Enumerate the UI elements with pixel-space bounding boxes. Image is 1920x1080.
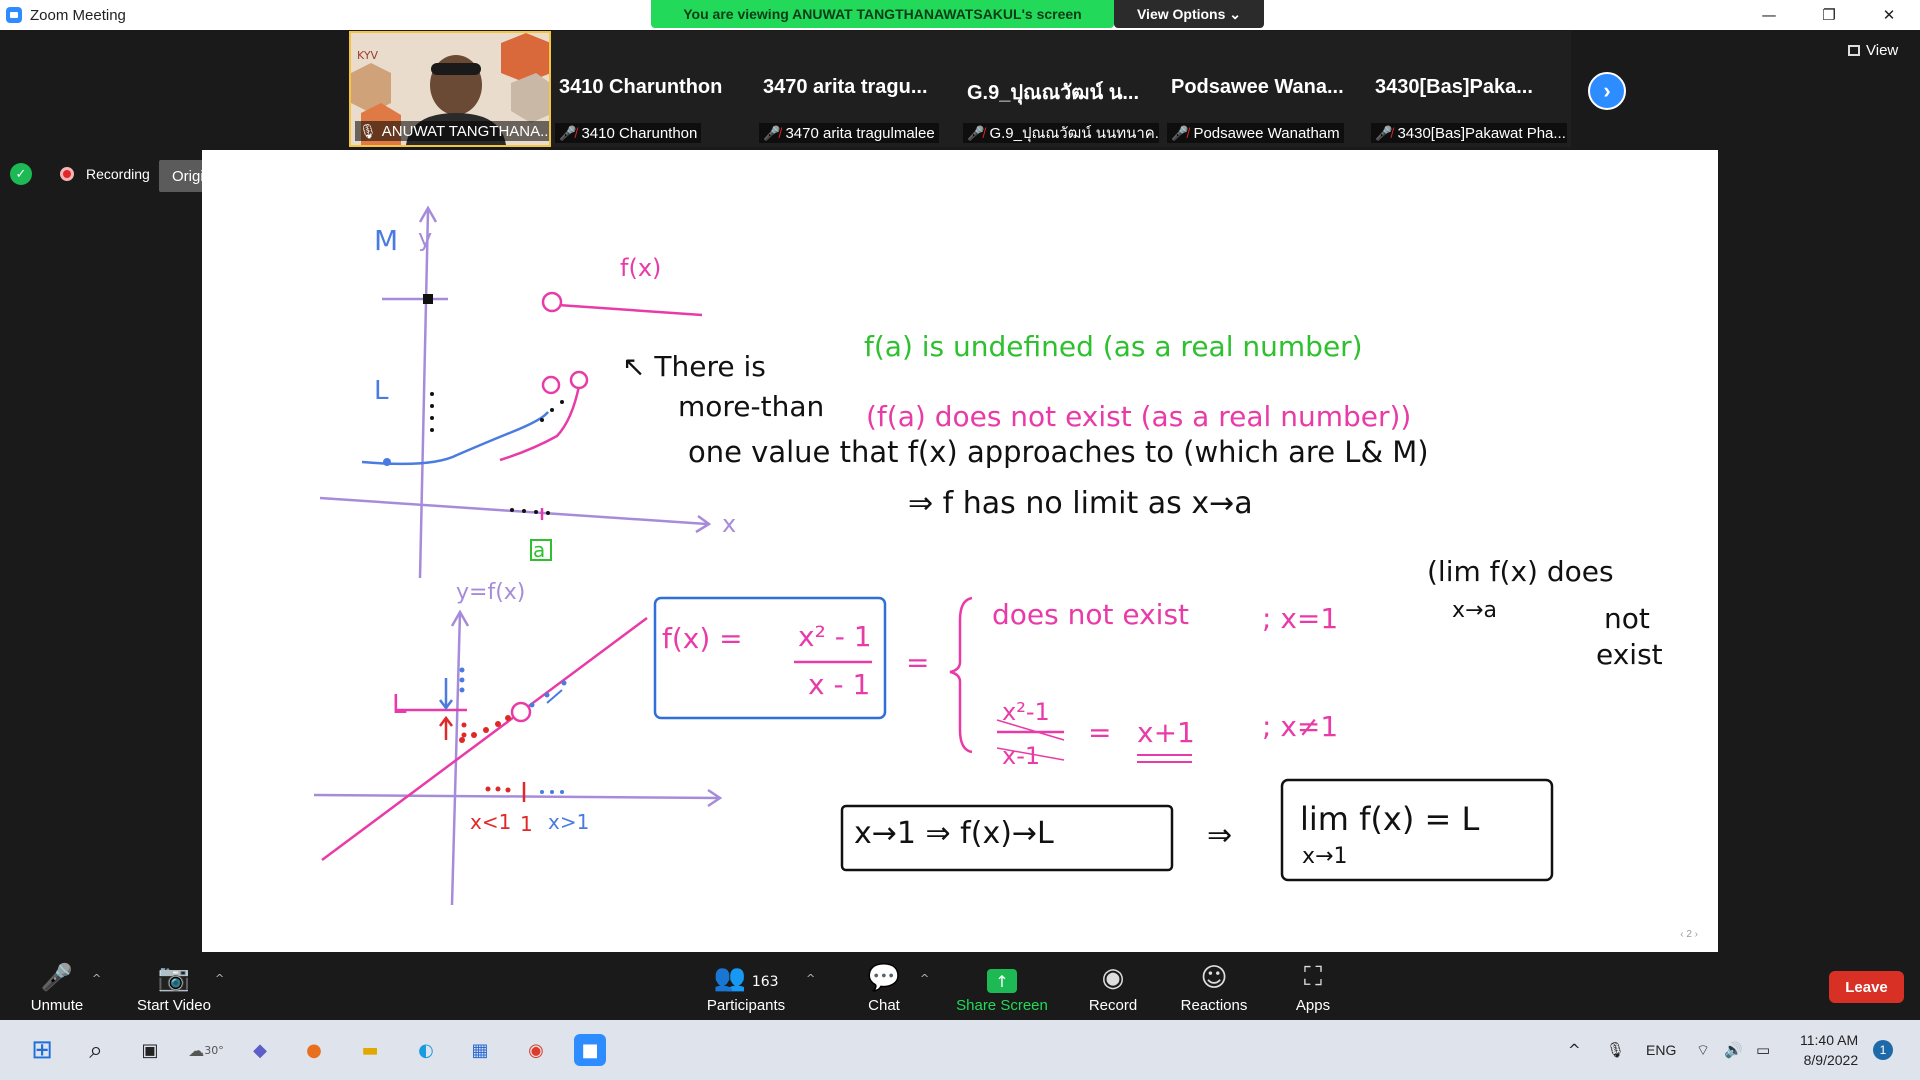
mic-icon[interactable]: 🎙 bbox=[1606, 1020, 1625, 1080]
graph-label-fx: f(x) bbox=[620, 254, 662, 282]
minimize-icon[interactable]: — bbox=[1746, 0, 1792, 30]
wifi-icon[interactable]: ⌔ bbox=[1696, 1020, 1710, 1080]
edge-icon[interactable]: ◐ bbox=[410, 1034, 442, 1066]
recording-dot-icon bbox=[60, 167, 74, 181]
participant-tile[interactable]: G.9_ปุณณวัฒน์ น... 🎤̸ G.9_ปุณณวัฒน์ นนทนา… bbox=[959, 31, 1163, 147]
apps-button[interactable]: ⛶ Apps bbox=[1293, 952, 1333, 1020]
record-button[interactable]: ◉ Record bbox=[1086, 952, 1140, 1020]
chevron-up-icon[interactable]: ^ bbox=[920, 972, 929, 985]
mic-muted-icon: 🎤̸ bbox=[1171, 124, 1189, 141]
chrome-icon[interactable]: ◉ bbox=[520, 1034, 552, 1066]
record-icon: ◉ bbox=[1101, 963, 1125, 993]
mic-muted-icon: 🎤 bbox=[40, 963, 74, 993]
mic-muted-icon: 🎤̸ bbox=[559, 124, 577, 141]
graph-label-x: x bbox=[722, 510, 737, 538]
whiteboard-pager[interactable]: ‹ 2 › bbox=[1680, 929, 1698, 940]
participant-gallery: KYV 🎙 ANUWAT TANGTHANA... 3410 Charunthon… bbox=[349, 31, 1571, 149]
recording-indicator: ✓ Recording bbox=[10, 163, 150, 185]
mic-muted-icon: 🎤̸ bbox=[763, 124, 781, 141]
teams-chat-icon[interactable]: ◆ bbox=[244, 1034, 276, 1066]
view-options-button[interactable]: View Options ⌄ bbox=[1114, 0, 1264, 28]
reactions-button[interactable]: ☺ Reactions bbox=[1177, 952, 1251, 1020]
shared-screen-whiteboard: M L y x f(x) a ↖ There is more-than one … bbox=[202, 150, 1718, 952]
unmute-button[interactable]: 🎤 Unmute bbox=[22, 952, 92, 1020]
firefox-icon[interactable]: ● bbox=[298, 1034, 330, 1066]
battery-icon[interactable]: ▭ bbox=[1756, 1020, 1770, 1080]
view-button[interactable]: View bbox=[1848, 42, 1898, 59]
share-screen-icon: ↑ bbox=[987, 969, 1017, 993]
windows-taskbar: ⊞ ⌕ ▣ ☁ 30° ◆ ● ▬ ◐ ▦ ◉ ■ ^ 🎙 ENG ⌔ 🔊 ▭ 1… bbox=[0, 1020, 1920, 1080]
participant-tile-host[interactable]: KYV 🎙 ANUWAT TANGTHANA... bbox=[349, 31, 551, 147]
next-page-arrow-icon[interactable]: › bbox=[1588, 72, 1626, 110]
weather-icon[interactable]: ☁ 30° bbox=[188, 1034, 224, 1066]
pink-note: (f(a) does not exist (as a real number)) bbox=[866, 400, 1412, 433]
share-screen-button[interactable]: ↑ Share Screen bbox=[955, 952, 1049, 1020]
svg-text:KYV: KYV bbox=[357, 49, 379, 62]
mic-muted-icon: 🎤̸ bbox=[967, 124, 985, 141]
viewing-banner: You are viewing ANUWAT TANGTHANAWATSAKUL… bbox=[651, 0, 1114, 28]
participant-tile[interactable]: Podsawee Wana... 🎤̸ Podsawee Wanatham bbox=[1163, 31, 1367, 147]
chat-button[interactable]: 💬 Chat bbox=[862, 952, 906, 1020]
meeting-toolbar: 🎤 Unmute ^ 📷 Start Video ^ 👥 163 Particip… bbox=[0, 952, 1920, 1020]
grid-icon bbox=[1848, 45, 1860, 56]
chevron-up-icon[interactable]: ^ bbox=[806, 972, 815, 985]
store-icon[interactable]: ▦ bbox=[464, 1034, 496, 1066]
shield-icon: ✓ bbox=[10, 163, 32, 185]
windows-start-icon[interactable]: ⊞ bbox=[26, 1034, 58, 1066]
chevron-up-icon[interactable]: ^ bbox=[92, 972, 101, 985]
chevron-up-icon[interactable]: ^ bbox=[215, 972, 224, 985]
notification-badge[interactable]: 1 bbox=[1873, 1040, 1893, 1060]
participant-name: 🎙 ANUWAT TANGTHANA... bbox=[355, 121, 549, 141]
conclusion: ⇒ f has no limit as x→a bbox=[908, 486, 1253, 521]
start-video-button[interactable]: 📷 Start Video bbox=[128, 952, 220, 1020]
graph-label-y: y bbox=[418, 224, 433, 252]
apps-icon: ⛶ bbox=[1303, 962, 1323, 992]
graph-label-l: L bbox=[374, 376, 389, 406]
graph-label-a: a bbox=[533, 538, 546, 562]
participants-icon: 👥 163 bbox=[713, 963, 779, 993]
green-note-1: f(a) is undefined (as a real number) bbox=[864, 330, 1363, 363]
leave-button[interactable]: Leave bbox=[1829, 971, 1904, 1003]
close-icon[interactable]: ✕ bbox=[1866, 0, 1912, 30]
participant-tile[interactable]: 3430[Bas]Paka... 🎤̸ 3430[Bas]Pakawat Pha.… bbox=[1367, 31, 1571, 147]
zoom-app-icon bbox=[6, 7, 22, 23]
chat-icon: 💬 bbox=[867, 963, 901, 993]
window-title: Zoom Meeting bbox=[30, 6, 126, 24]
graph-label-m: M bbox=[374, 224, 399, 257]
participant-tile[interactable]: 3410 Charunthon 🎤̸ 3410 Charunthon bbox=[551, 31, 755, 147]
host-pin-icon: 🎙 bbox=[359, 122, 377, 139]
zoom-taskbar-icon[interactable]: ■ bbox=[574, 1034, 606, 1066]
task-view-icon[interactable]: ▣ bbox=[134, 1034, 166, 1066]
volume-icon[interactable]: 🔊 bbox=[1724, 1020, 1743, 1080]
video-off-icon: 📷 bbox=[157, 963, 191, 993]
participants-button[interactable]: 👥 163 Participants bbox=[700, 952, 792, 1020]
reactions-icon: ☺ bbox=[1200, 963, 1228, 993]
restore-icon[interactable]: ❐ bbox=[1806, 0, 1852, 30]
taskbar-clock[interactable]: 11:40 AM 8/9/2022 bbox=[1800, 1030, 1858, 1070]
show-hidden-icons-icon[interactable]: ^ bbox=[1568, 1020, 1581, 1080]
language-indicator[interactable]: ENG bbox=[1646, 1020, 1676, 1080]
file-explorer-icon[interactable]: ▬ bbox=[354, 1034, 386, 1066]
search-icon[interactable]: ⌕ bbox=[80, 1034, 112, 1066]
mic-muted-icon: 🎤̸ bbox=[1375, 124, 1393, 141]
participant-tile[interactable]: 3470 arita tragu... 🎤̸ 3470 arita tragulm… bbox=[755, 31, 959, 147]
